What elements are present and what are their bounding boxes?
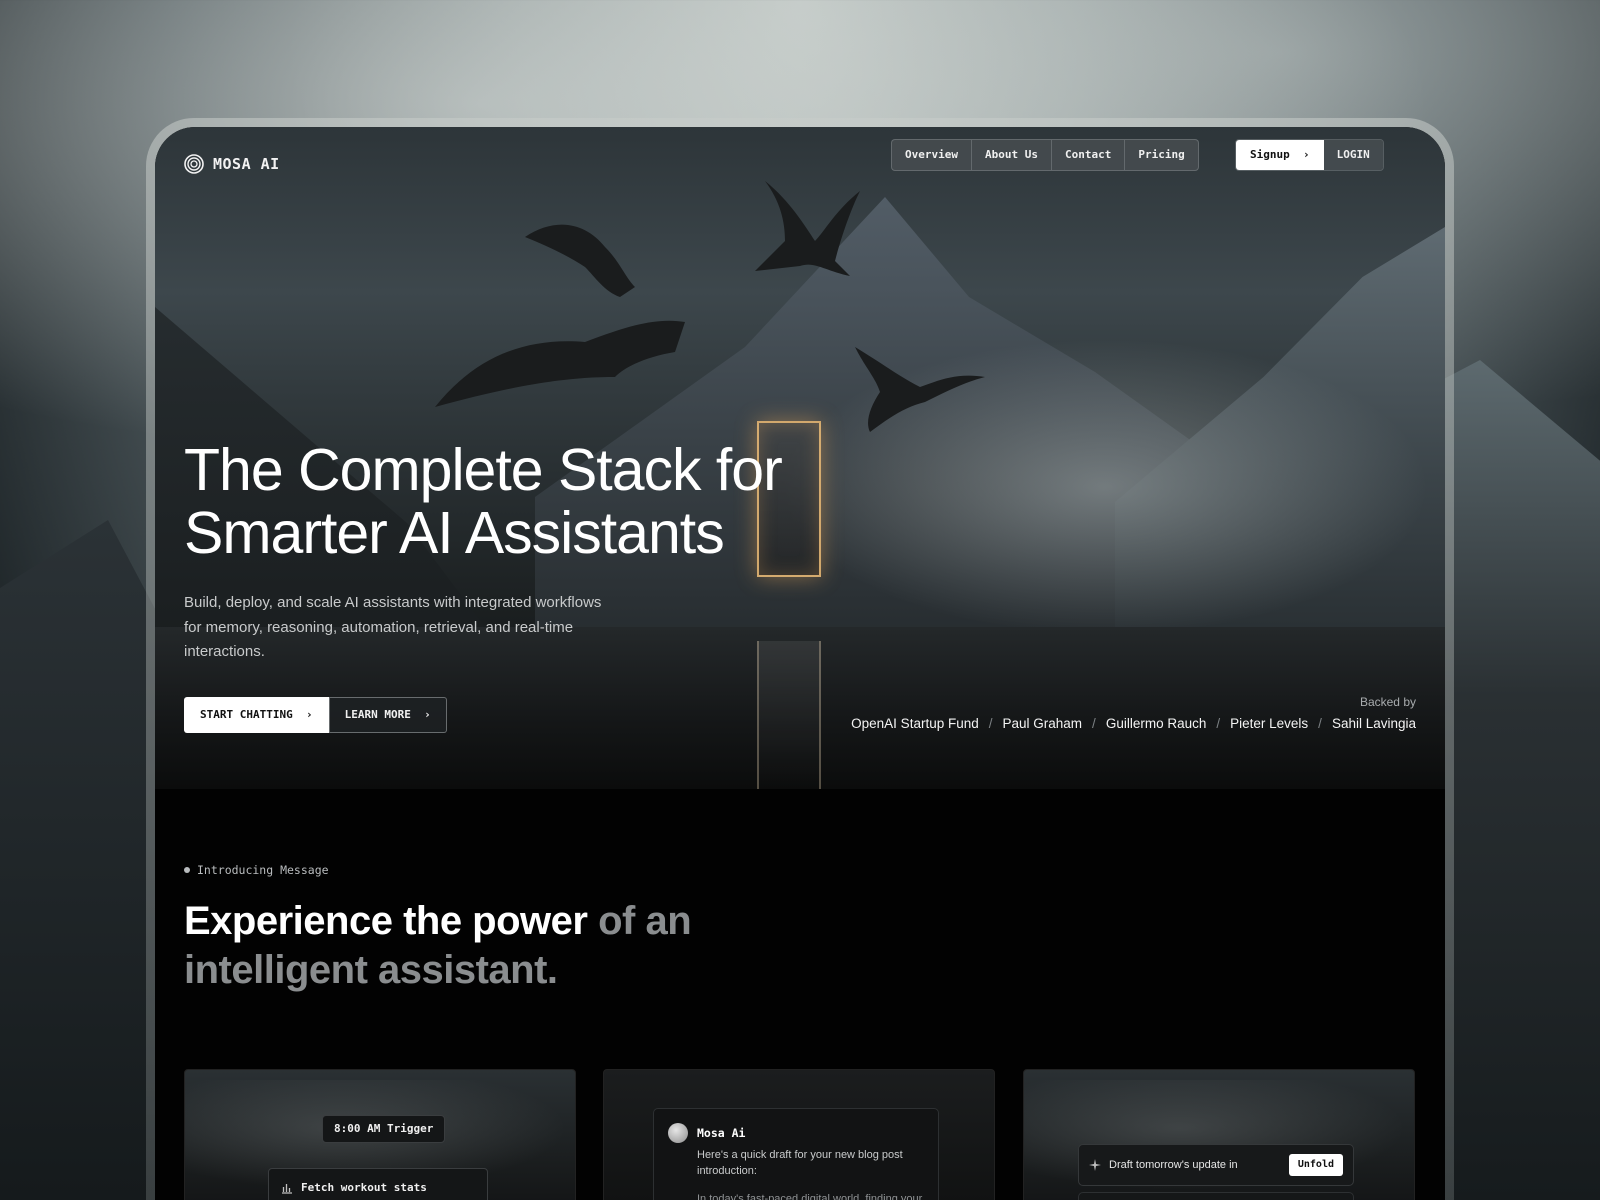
learn-more-button[interactable]: LEARN MORE › <box>328 697 447 733</box>
intro-tag-label: Introducing Message <box>197 863 329 877</box>
sparkle-icon <box>1089 1159 1101 1171</box>
workflow-step-label: Fetch workout stats <box>301 1181 427 1194</box>
intro-title: Experience the power of an intelligent a… <box>184 897 744 995</box>
nav-item-pricing[interactable]: Pricing <box>1125 140 1197 170</box>
signup-button[interactable]: Signup › <box>1236 140 1324 170</box>
chat-message-text: Here's a quick draft for your new blog p… <box>697 1149 903 1177</box>
bullet-dot-icon <box>184 867 190 873</box>
bird-silhouette <box>855 347 985 432</box>
hero-title-line1: The Complete Stack for <box>184 437 783 503</box>
start-chatting-button[interactable]: START CHATTING › <box>184 697 329 733</box>
hero-section: MOSA AI Overview About Us Contact Pricin… <box>155 127 1445 789</box>
chevron-right-icon: › <box>1296 148 1310 161</box>
hero-subtitle: Build, deploy, and scale AI assistants w… <box>184 594 602 660</box>
unfold-button[interactable]: Unfold <box>1288 1154 1343 1176</box>
workflow-step-pill: Fetch workout stats <box>268 1168 488 1200</box>
avatar <box>668 1123 688 1143</box>
start-chatting-label: START CHATTING <box>200 708 293 721</box>
brand-logo[interactable]: MOSA AI <box>184 154 280 174</box>
chevron-right-icon: › <box>417 708 431 721</box>
nav-item-about-us[interactable]: About Us <box>972 140 1052 170</box>
backed-by-label: Backed by <box>1359 695 1416 709</box>
nav-item-overview[interactable]: Overview <box>892 140 972 170</box>
hero-cta-group: START CHATTING › LEARN MORE › <box>184 697 447 733</box>
login-button[interactable]: LOGIN <box>1323 140 1383 170</box>
feature-card-drafts[interactable]: Draft tomorrow's update in Unfold <box>1023 1069 1415 1200</box>
draft-text: Draft tomorrow's update in <box>1109 1159 1238 1171</box>
feature-card-automation[interactable]: 8:00 AM Trigger Fetch workout stats <box>184 1069 576 1200</box>
backer-separator: / <box>1216 716 1221 731</box>
nav-item-contact[interactable]: Contact <box>1052 140 1126 170</box>
feature-card-chat[interactable]: Mosa Ai Here's a quick draft for your ne… <box>603 1069 995 1200</box>
backer-name: Pieter Levels <box>1230 716 1309 731</box>
website-screen: MOSA AI Overview About Us Contact Pricin… <box>155 127 1445 1200</box>
backer-name: Sahil Lavingia <box>1331 716 1416 731</box>
backer-name: Guillermo Rauch <box>1105 716 1207 731</box>
hero-title-line2: Smarter AI Assistants <box>184 500 725 566</box>
backer-name: OpenAI Startup Fund <box>851 716 979 731</box>
backer-separator: / <box>1092 716 1096 731</box>
device-frame: MOSA AI Overview About Us Contact Pricin… <box>146 118 1454 1200</box>
draft-item-placeholder <box>1078 1192 1354 1200</box>
bird-silhouette <box>755 181 860 276</box>
bar-chart-icon <box>282 1184 292 1194</box>
intro-title-strong: Experience the power <box>184 899 588 943</box>
brand-name: MOSA AI <box>213 155 280 173</box>
chat-header: Mosa Ai <box>668 1123 924 1143</box>
trigger-pill: 8:00 AM Trigger <box>322 1115 446 1143</box>
hero-title: The Complete Stack for Smarter AI Assist… <box>184 439 884 565</box>
portal-reflection-image <box>757 641 821 789</box>
backers-list: OpenAI Startup Fund / Paul Graham / Guil… <box>851 716 1416 731</box>
draft-item: Draft tomorrow's update in Unfold <box>1078 1144 1354 1186</box>
main-nav: Overview About Us Contact Pricing <box>891 139 1199 171</box>
auth-buttons: Signup › LOGIN <box>1235 139 1384 171</box>
chat-message-excerpt: In today's fast-paced digital world, fin… <box>697 1193 923 1200</box>
intro-section-tag: Introducing Message <box>184 863 329 877</box>
signup-label: Signup <box>1250 148 1290 161</box>
chat-message: Mosa Ai Here's a quick draft for your ne… <box>653 1108 939 1200</box>
chat-sender-name: Mosa Ai <box>697 1126 746 1140</box>
concentric-circles-icon <box>184 154 204 174</box>
learn-more-label: LEARN MORE <box>344 708 411 721</box>
backer-name: Paul Graham <box>1002 716 1083 731</box>
chevron-right-icon: › <box>299 708 313 721</box>
backer-separator: / <box>988 716 993 731</box>
bird-silhouette <box>435 320 685 407</box>
backer-separator: / <box>1318 716 1322 731</box>
